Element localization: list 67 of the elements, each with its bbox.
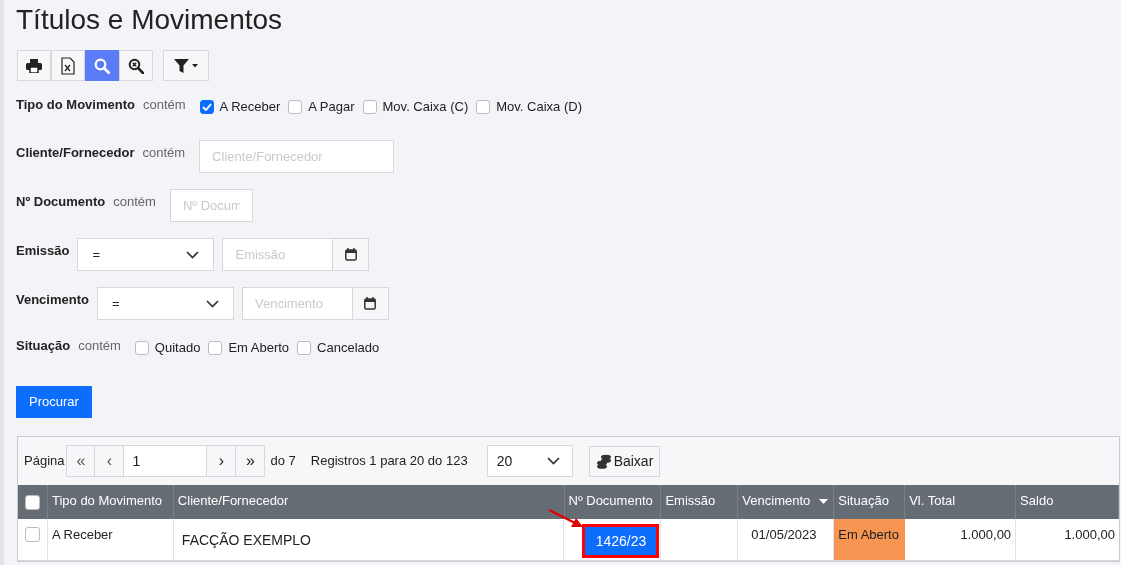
previous-page-button[interactable]: ‹ <box>95 445 125 477</box>
option-label: A Pagar <box>308 98 355 116</box>
excel-button[interactable] <box>51 50 85 81</box>
chevron-down-icon <box>186 250 200 259</box>
option-label: Quitado <box>154 339 201 357</box>
checkbox[interactable] <box>476 99 491 114</box>
filter-label: Emissão <box>16 243 70 258</box>
chevron-down-icon <box>205 299 219 308</box>
page-label: Página <box>24 452 65 471</box>
table-cell: 01/05/2023 <box>751 527 817 542</box>
printer-icon <box>26 58 42 73</box>
page-count: do 7 <box>270 452 296 471</box>
operator-text: contém <box>78 337 121 355</box>
filter-label: Cliente/Fornecedor <box>16 144 135 162</box>
sort-down-icon <box>819 499 829 504</box>
settle-button[interactable]: Baixar <box>588 445 661 477</box>
comparison-select[interactable]: = <box>96 287 234 320</box>
checkbox[interactable] <box>362 99 377 114</box>
calendar-button[interactable] <box>333 238 370 271</box>
records-text: Registros 1 para 20 do 123 <box>310 452 468 471</box>
table-cell: 1.000,00 <box>1064 527 1115 542</box>
calendar-icon <box>345 248 357 261</box>
filter-label: Nº Documento <box>16 193 106 211</box>
status-text: Em Aberto <box>838 527 899 542</box>
page-title: Títulos e Movimentos <box>16 3 284 37</box>
search-button[interactable]: Procurar <box>16 386 92 418</box>
filter-label: Tipo do Movimento <box>16 96 135 114</box>
page-number-field[interactable]: 1 <box>124 445 208 477</box>
checkbox[interactable] <box>25 527 40 542</box>
checkbox[interactable] <box>134 340 149 355</box>
checkbox[interactable] <box>288 99 303 114</box>
filter-label: Vencimento <box>16 292 89 307</box>
operator-text: contém <box>142 96 186 114</box>
checkbox[interactable] <box>25 494 40 510</box>
operator-text: contém <box>142 144 186 162</box>
spreadsheet-file-icon <box>61 56 75 75</box>
print-button[interactable] <box>17 50 51 81</box>
table-cell: FACÇÃO EXEMPLO <box>181 532 311 548</box>
calendar-button[interactable] <box>352 287 389 320</box>
page-size-select[interactable]: 20 <box>486 445 573 477</box>
option-label: Mov. Caixa (D) <box>496 98 582 116</box>
checkbox[interactable] <box>199 99 214 114</box>
checkbox[interactable] <box>208 340 223 355</box>
calendar-icon <box>364 297 377 310</box>
option-label: Cancelado <box>317 339 380 357</box>
coins-icon <box>595 453 612 469</box>
first-page-button[interactable]: « <box>66 445 96 477</box>
option-label: A Receber <box>219 98 281 116</box>
annotation-arrow <box>547 508 585 530</box>
highlighted-document-cell: 1426/23 <box>582 524 660 558</box>
filter-label: Situação <box>16 337 71 355</box>
table-cell: A Receber <box>51 527 113 542</box>
clear-search-button[interactable] <box>119 50 153 81</box>
checkbox[interactable] <box>297 340 312 355</box>
search-icon <box>94 57 110 74</box>
filter-button[interactable] <box>163 50 209 81</box>
comparison-select[interactable]: = <box>77 238 215 271</box>
filter-icon <box>174 58 198 73</box>
operator-text: contém <box>113 193 156 211</box>
search-button[interactable] <box>85 50 119 81</box>
option-label: Em Aberto <box>228 339 290 357</box>
option-label: Mov. Caixa (C) <box>382 98 469 116</box>
clear-search-icon <box>128 57 144 74</box>
chevron-down-icon <box>546 457 560 465</box>
last-page-button[interactable]: » <box>236 445 266 477</box>
table-cell: 1.000,00 <box>960 527 1012 542</box>
next-page-button[interactable]: › <box>207 445 237 477</box>
